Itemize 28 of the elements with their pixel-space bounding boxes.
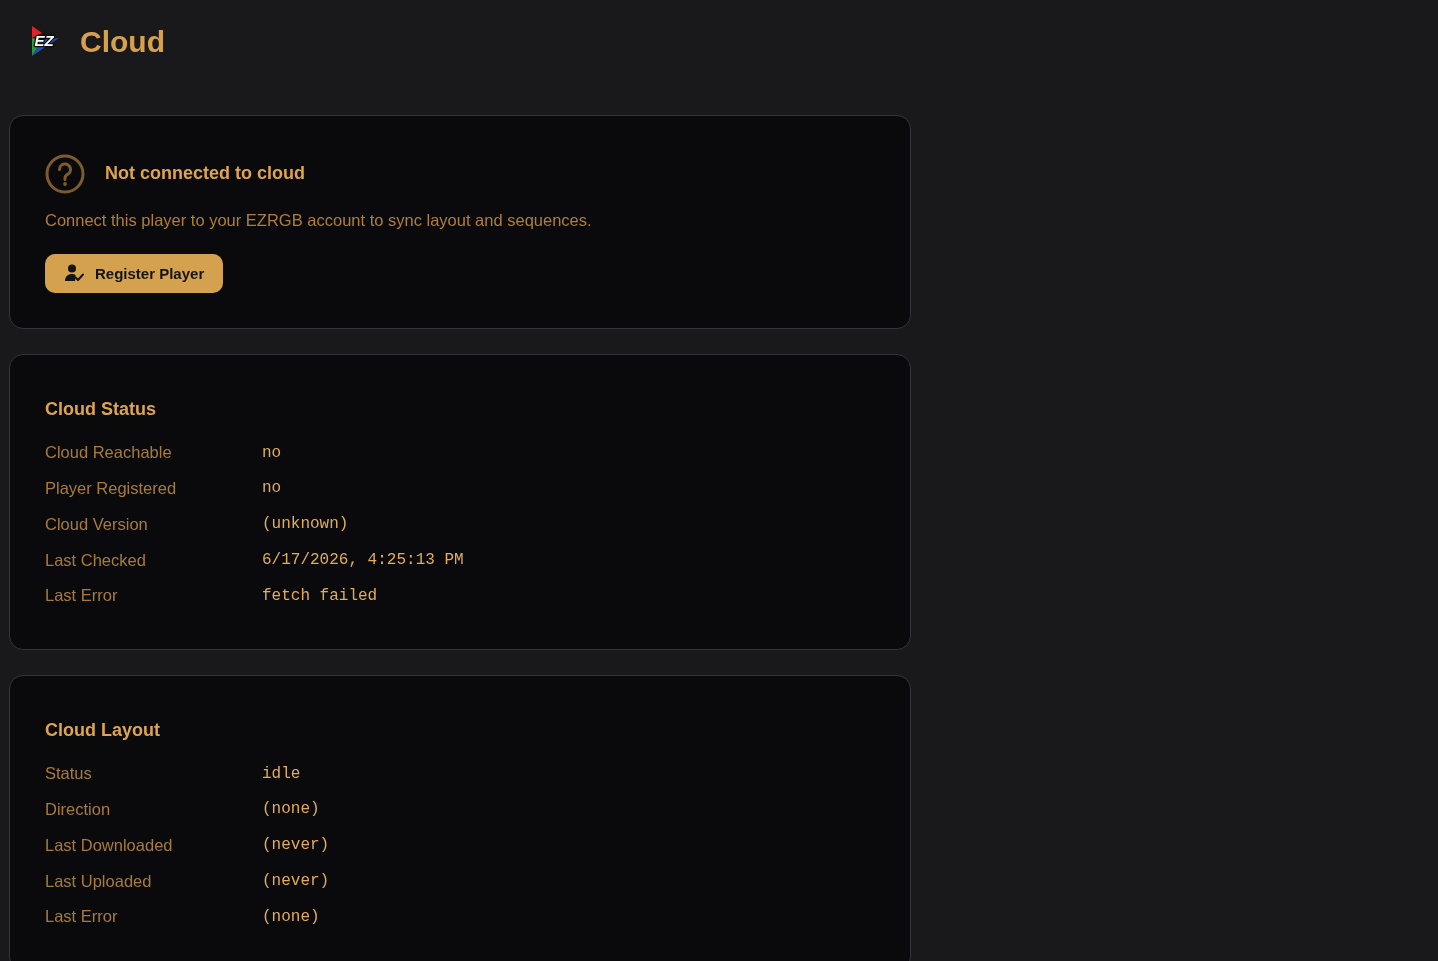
field-value: (never) — [262, 835, 330, 857]
section-title: Cloud Status — [45, 397, 157, 421]
field-label: Player Registered — [45, 478, 178, 500]
field-value: (never) — [262, 871, 330, 892]
field-label: Cloud Reachable — [45, 442, 173, 464]
field-value: no — [262, 442, 282, 464]
field-label: Cloud Version — [45, 513, 149, 535]
field-label: Direction — [45, 799, 112, 821]
connection-description: Connect this player to your EZRGB account to sync layout and sequences. — [45, 210, 593, 231]
field-value: (none) — [262, 799, 320, 821]
page-title: Cloud — [80, 25, 165, 59]
field-value: no — [262, 478, 282, 500]
question-circle-icon — [45, 154, 85, 194]
field-value: idle — [262, 763, 301, 785]
connection-status-title: Not connected to cloud — [105, 163, 305, 185]
field-value: fetch failed — [262, 585, 378, 607]
field-label: Last Checked — [45, 549, 147, 571]
field-label: Last Downloaded — [45, 834, 174, 856]
field-value: (unknown) — [262, 514, 349, 536]
section-title: Cloud Layout — [45, 718, 161, 742]
register-player-button[interactable]: Register Player — [45, 253, 224, 293]
field-label: Status — [45, 763, 93, 785]
field-value: 6/17/2026, 4:25:13 PM — [262, 550, 464, 572]
person-check-icon — [64, 263, 84, 284]
field-label: Last Error — [45, 585, 119, 607]
field-value: (none) — [262, 906, 320, 928]
field-label: Last Uploaded — [45, 870, 153, 892]
field-label: Last Error — [45, 906, 119, 928]
